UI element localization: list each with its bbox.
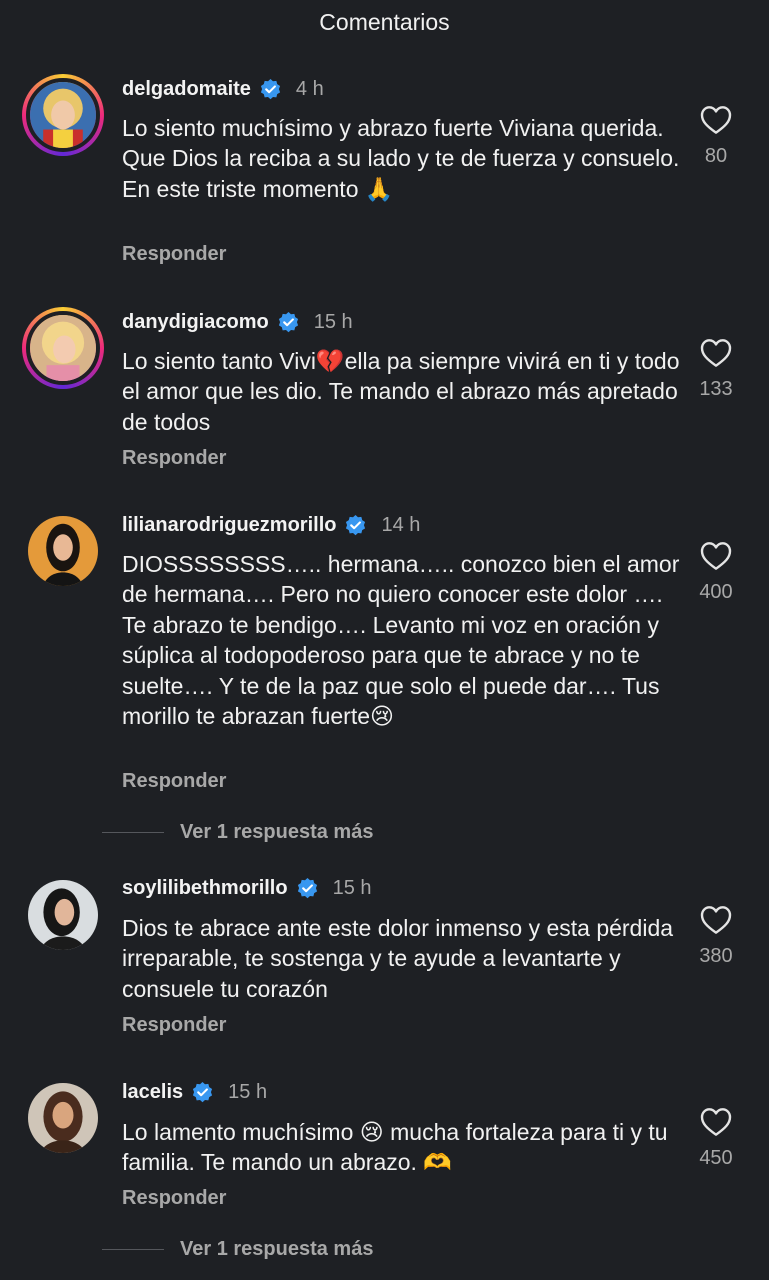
- avatar-image: [28, 880, 98, 950]
- avatar-image: [28, 516, 98, 586]
- username-link[interactable]: lacelis: [122, 1081, 183, 1104]
- comment-time: 15 h: [332, 876, 372, 899]
- username-link[interactable]: delgadomaite: [122, 78, 251, 101]
- heart-outline-icon[interactable]: [700, 105, 732, 135]
- comments-header: Comentarios: [0, 0, 769, 44]
- verified-badge-icon: [278, 311, 298, 332]
- comment-text: DIOSSSSSSSS….. hermana….. conozco bien e…: [122, 551, 680, 730]
- comment-meta: delgadomaite 4 h: [122, 74, 324, 104]
- comment-text: Lo lamento muchísimo 😢 mucha fortaleza p…: [122, 1119, 668, 1176]
- like-count: 400: [699, 581, 733, 603]
- username-link[interactable]: danydigiacomo: [122, 311, 269, 334]
- avatar-image: [28, 1083, 98, 1153]
- avatar[interactable]: [22, 74, 104, 156]
- like-count: 450: [699, 1147, 733, 1169]
- reply-button[interactable]: Responder: [122, 1014, 226, 1037]
- page-title: Comentarios: [319, 8, 450, 35]
- reply-button[interactable]: Responder: [122, 243, 226, 266]
- comment-time: 15 h: [228, 1080, 268, 1103]
- like-count: 133: [699, 378, 733, 400]
- avatar[interactable]: [28, 1083, 98, 1153]
- like-control: 400: [690, 541, 742, 604]
- reply-button[interactable]: Responder: [122, 770, 226, 793]
- avatar-image: [30, 82, 96, 148]
- verified-badge-icon: [193, 1081, 213, 1102]
- comment-time: 15 h: [313, 310, 353, 333]
- heart-outline-icon[interactable]: [700, 1107, 732, 1137]
- username-link[interactable]: soylilibethmorillo: [122, 877, 288, 900]
- avatar-image: [30, 315, 96, 381]
- comment-meta: lacelis 15 h: [122, 1077, 267, 1107]
- view-more-replies-label: Ver 1 respuesta más: [180, 1238, 374, 1260]
- comment-time: 4 h: [295, 77, 324, 100]
- view-more-replies-button[interactable]: Ver 1 respuesta más: [102, 821, 373, 844]
- avatar[interactable]: [28, 516, 98, 586]
- like-control: 380: [690, 905, 742, 968]
- thread-divider: [102, 832, 164, 833]
- comment-time: 14 h: [381, 513, 421, 536]
- verified-badge-icon: [297, 877, 317, 898]
- heart-outline-icon[interactable]: [700, 905, 732, 935]
- like-control: 450: [690, 1107, 742, 1170]
- view-more-replies-label: Ver 1 respuesta más: [180, 821, 374, 843]
- comment-meta: soylilibethmorillo 15 h: [122, 873, 372, 903]
- like-control: 133: [690, 338, 742, 401]
- comment-meta: danydigiacomo 15 h: [122, 307, 353, 337]
- reply-button[interactable]: Responder: [122, 447, 226, 470]
- comment-meta: lilianarodriguezmorillo 14 h: [122, 510, 420, 540]
- heart-outline-icon[interactable]: [700, 541, 732, 571]
- like-count: 80: [704, 145, 728, 167]
- thread-divider: [102, 1249, 164, 1250]
- comment-text: Lo siento muchísimo y abrazo fuerte Vivi…: [122, 115, 680, 202]
- like-control: 80: [690, 105, 742, 168]
- view-more-replies-button[interactable]: Ver 1 respuesta más: [102, 1238, 373, 1261]
- comment-text: Dios te abrace ante este dolor inmenso y…: [122, 915, 674, 1002]
- reply-button[interactable]: Responder: [122, 1187, 226, 1210]
- avatar[interactable]: [28, 880, 98, 950]
- verified-badge-icon: [260, 78, 281, 99]
- comment-text: Lo siento tanto Vivi💔ella pa siempre viv…: [122, 348, 680, 435]
- avatar[interactable]: [22, 307, 104, 389]
- heart-outline-icon[interactable]: [700, 338, 732, 368]
- username-link[interactable]: lilianarodriguezmorillo: [122, 514, 336, 537]
- like-count: 380: [699, 945, 733, 967]
- verified-badge-icon: [346, 514, 366, 535]
